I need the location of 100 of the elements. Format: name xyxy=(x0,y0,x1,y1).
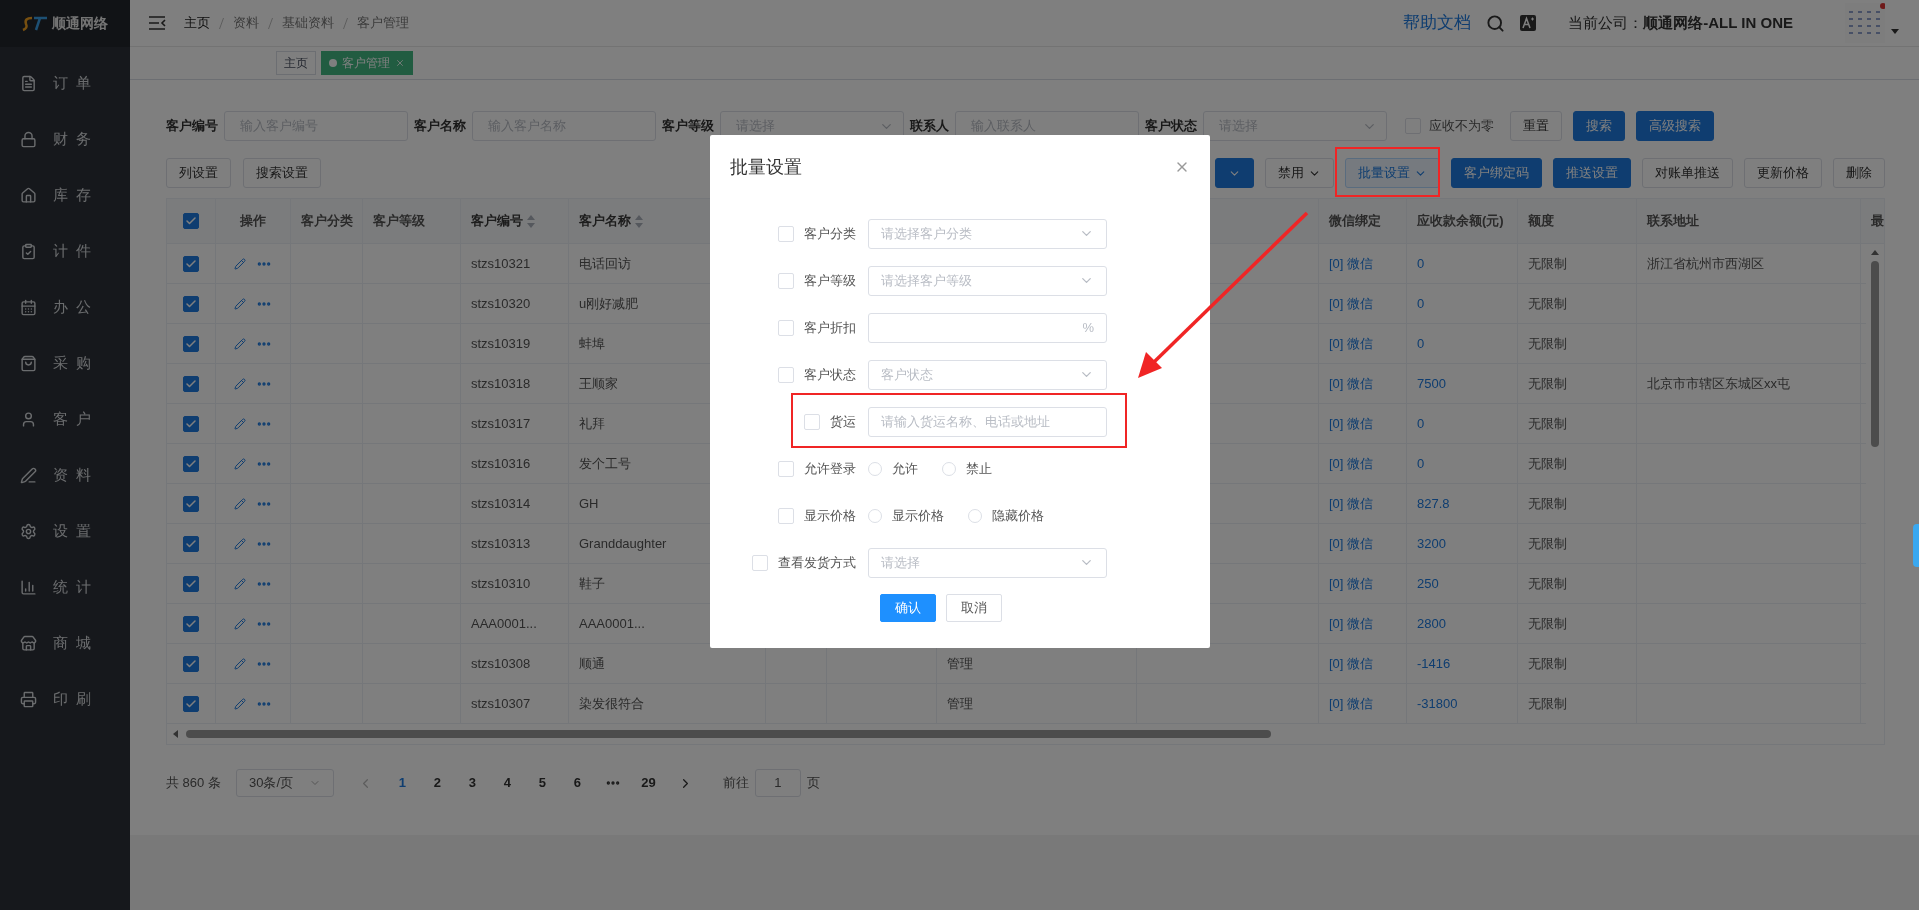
row-checkbox[interactable] xyxy=(183,415,199,432)
radio-option[interactable]: 允许 xyxy=(868,458,918,479)
checkbox[interactable] xyxy=(804,413,820,430)
row-checkbox[interactable] xyxy=(183,495,199,512)
dropdown-button[interactable]: 禁用 xyxy=(1265,158,1334,188)
page-number[interactable]: 2 xyxy=(419,773,455,793)
sidebar-item[interactable]: 采购 xyxy=(0,335,130,391)
table-link[interactable]: 0 xyxy=(1417,253,1425,274)
toolbar-button[interactable]: 搜索 xyxy=(1573,111,1625,141)
edit-icon[interactable] xyxy=(234,257,246,270)
sidebar-item[interactable]: 办公 xyxy=(0,279,130,335)
input-field[interactable]: % xyxy=(868,312,1107,343)
table-link[interactable]: -31800 xyxy=(1417,693,1458,714)
table-link[interactable]: [0] 微信 xyxy=(1329,573,1374,594)
row-checkbox[interactable] xyxy=(183,695,199,712)
radio-option[interactable]: 禁止 xyxy=(942,458,992,479)
scrollbar-thumb[interactable] xyxy=(186,730,1271,738)
edit-icon[interactable] xyxy=(234,697,246,710)
page-number[interactable]: 1 xyxy=(384,773,420,793)
dropdown-button[interactable] xyxy=(1215,158,1254,188)
select-field[interactable]: 请选择 xyxy=(868,547,1107,578)
row-checkbox[interactable] xyxy=(183,575,199,592)
checkbox[interactable] xyxy=(778,272,794,289)
table-link[interactable]: [0] 微信 xyxy=(1329,333,1374,354)
edit-icon[interactable] xyxy=(234,417,246,430)
radio-option[interactable]: 隐藏价格 xyxy=(968,505,1044,526)
column-header[interactable]: 客户名称 xyxy=(579,211,631,231)
table-link[interactable]: 3200 xyxy=(1417,533,1446,554)
dialog-button[interactable]: 取消 xyxy=(946,594,1002,622)
sidebar-item[interactable]: 商城 xyxy=(0,615,130,671)
input-field[interactable]: 请输入货运名称、电话或地址 xyxy=(868,406,1107,437)
dialog-button[interactable]: 确认 xyxy=(880,594,936,622)
table-link[interactable]: 0 xyxy=(1417,293,1425,314)
checkbox[interactable] xyxy=(778,319,794,336)
breadcrumb-item[interactable]: 主页 xyxy=(184,13,210,33)
select-field[interactable]: 客户状态 xyxy=(868,359,1107,390)
caret-icon[interactable] xyxy=(1891,29,1899,35)
dropdown-button[interactable]: 批量设置 xyxy=(1345,158,1440,188)
select-field[interactable]: 请选择客户等级 xyxy=(868,265,1107,296)
table-link[interactable]: [0] 微信 xyxy=(1329,493,1374,514)
table-link[interactable]: 250 xyxy=(1417,573,1439,594)
sidebar-item[interactable]: 设置 xyxy=(0,503,130,559)
sidebar-item[interactable]: 财务 xyxy=(0,111,130,167)
sidebar-item[interactable]: 资料 xyxy=(0,447,130,503)
row-checkbox[interactable] xyxy=(183,655,199,672)
toolbar-button[interactable]: 更新价格 xyxy=(1744,158,1822,188)
table-link[interactable]: 7500 xyxy=(1417,373,1446,394)
toolbar-button[interactable]: 高级搜索 xyxy=(1636,111,1714,141)
page-number[interactable]: 6 xyxy=(559,773,595,793)
sort-icon[interactable] xyxy=(527,214,535,228)
table-link[interactable]: 827.8 xyxy=(1417,493,1450,514)
checkbox[interactable] xyxy=(778,225,794,242)
table-link[interactable]: 0 xyxy=(1417,453,1425,474)
row-checkbox[interactable] xyxy=(183,455,199,472)
scrollbar-thumb[interactable] xyxy=(1871,261,1879,447)
page-number[interactable]: 29 xyxy=(630,773,666,793)
table-link[interactable]: [0] 微信 xyxy=(1329,293,1374,314)
help-link[interactable]: 帮助文档 xyxy=(1403,10,1472,36)
page-tab[interactable]: 主页 xyxy=(276,51,316,75)
page-number[interactable]: 4 xyxy=(489,773,525,793)
select-field[interactable]: 请选择客户分类 xyxy=(868,218,1107,249)
row-checkbox[interactable] xyxy=(183,535,199,552)
sidebar-item[interactable]: 订单 xyxy=(0,55,130,111)
table-link[interactable]: 0 xyxy=(1417,413,1425,434)
select-all-checkbox[interactable] xyxy=(183,213,199,229)
checkbox[interactable] xyxy=(778,366,794,383)
row-checkbox[interactable] xyxy=(183,375,199,392)
table-link[interactable]: -1416 xyxy=(1417,653,1451,674)
edit-icon[interactable] xyxy=(234,657,246,670)
sidebar-item[interactable]: 统计 xyxy=(0,559,130,615)
edit-icon[interactable] xyxy=(234,617,246,630)
sidebar-item[interactable]: 计件 xyxy=(0,223,130,279)
toolbar-button[interactable]: 列设置 xyxy=(166,158,231,188)
table-link[interactable]: [0] 微信 xyxy=(1329,693,1374,714)
page-number[interactable]: 3 xyxy=(454,773,490,793)
row-checkbox[interactable] xyxy=(183,335,199,352)
table-link[interactable]: 0 xyxy=(1417,333,1425,354)
table-link[interactable]: 2800 xyxy=(1417,613,1446,634)
row-checkbox[interactable] xyxy=(183,615,199,632)
page-input[interactable]: 1 xyxy=(754,769,801,797)
page-number[interactable]: 5 xyxy=(524,773,560,793)
table-link[interactable]: [0] 微信 xyxy=(1329,533,1374,554)
radio-option[interactable]: 显示价格 xyxy=(868,505,944,526)
table-link[interactable]: [0] 微信 xyxy=(1329,253,1374,274)
edit-icon[interactable] xyxy=(234,297,246,310)
sort-icon[interactable] xyxy=(635,214,643,228)
edit-icon[interactable] xyxy=(234,377,246,390)
edit-icon[interactable] xyxy=(234,497,246,510)
sidebar-item[interactable]: 印刷 xyxy=(0,671,130,727)
toolbar-button[interactable]: 客户绑定码 xyxy=(1451,158,1542,188)
toolbar-button[interactable]: 推送设置 xyxy=(1553,158,1631,188)
search-icon[interactable] xyxy=(1486,13,1506,33)
page-tab[interactable]: 客户管理 xyxy=(321,51,413,75)
table-link[interactable]: [0] 微信 xyxy=(1329,613,1374,634)
toolbar-button[interactable]: 搜索设置 xyxy=(243,158,321,188)
edit-icon[interactable] xyxy=(234,577,246,590)
page-size-select[interactable]: 30条/页 xyxy=(235,769,334,797)
edit-icon[interactable] xyxy=(234,457,246,470)
checkbox[interactable] xyxy=(778,460,794,477)
table-link[interactable]: [0] 微信 xyxy=(1329,453,1374,474)
